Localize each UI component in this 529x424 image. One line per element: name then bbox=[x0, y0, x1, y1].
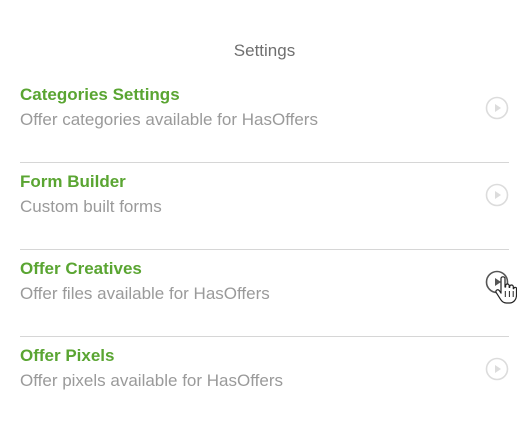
item-title: Offer Pixels bbox=[20, 346, 115, 365]
settings-item-offer-pixels[interactable]: Offer Pixels Offer pixels available for … bbox=[20, 337, 509, 424]
item-title: Form Builder bbox=[20, 172, 126, 191]
item-subtitle: Custom built forms bbox=[20, 197, 162, 216]
settings-panel: Settings Categories Settings Offer categ… bbox=[0, 0, 529, 423]
item-title: Categories Settings bbox=[20, 85, 180, 104]
item-title: Offer Creatives bbox=[20, 259, 142, 278]
item-subtitle: Offer categories available for HasOffers bbox=[20, 110, 318, 129]
play-circle-icon[interactable] bbox=[485, 96, 509, 120]
page-title: Settings bbox=[233, 41, 296, 60]
settings-item-form-builder[interactable]: Form Builder Custom built forms bbox=[20, 163, 509, 250]
item-subtitle: Offer files available for HasOffers bbox=[20, 284, 270, 303]
settings-item-categories[interactable]: Categories Settings Offer categories ava… bbox=[20, 76, 509, 163]
play-circle-icon[interactable] bbox=[485, 183, 509, 207]
hand-cursor-icon bbox=[495, 276, 517, 304]
settings-item-offer-creatives[interactable]: Offer Creatives Offer files available fo… bbox=[20, 250, 509, 337]
item-subtitle: Offer pixels available for HasOffers bbox=[20, 371, 283, 390]
play-circle-icon[interactable] bbox=[485, 357, 509, 381]
settings-list: Categories Settings Offer categories ava… bbox=[20, 76, 509, 424]
